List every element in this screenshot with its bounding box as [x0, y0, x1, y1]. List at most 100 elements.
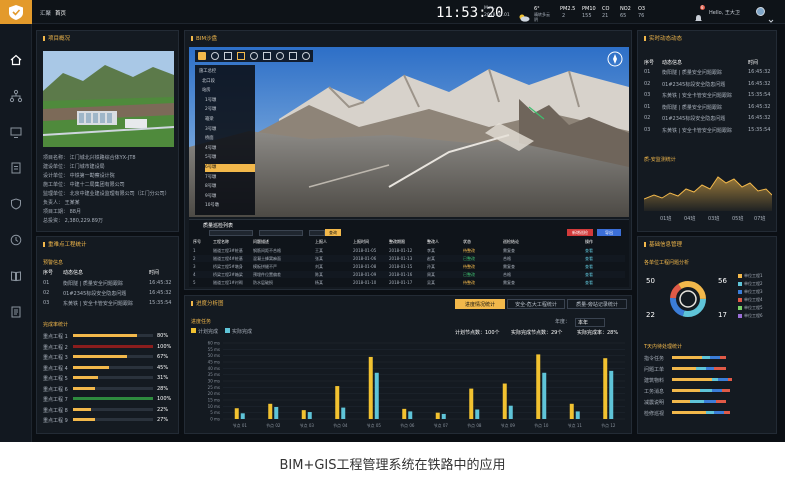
alert-time: 16:45:32 — [149, 290, 172, 296]
list-item[interactable]: 衡阳隧 | 质量安全问题跟踪 — [662, 69, 722, 76]
air-quality: PM2.5 2 PM10 155 CO 21 NO2 65 O3 76 — [560, 6, 660, 20]
panel-title: 进度分析图 — [191, 299, 224, 307]
tree-item[interactable]: 10号墩 — [205, 202, 255, 210]
more-tool-icon[interactable] — [302, 52, 310, 60]
list-item[interactable]: 衡阳隧 | 质量安全问题跟踪 — [662, 104, 722, 111]
alert-text[interactable]: 衡阳隧 | 质量安全问题跟踪 — [63, 280, 123, 287]
year-label: 年度： — [555, 319, 571, 325]
tree-item[interactable]: 7号墩 — [205, 174, 255, 182]
select-tool-icon[interactable] — [237, 52, 245, 60]
user-greeting[interactable]: Hello, 王大卫 — [709, 9, 740, 16]
year-select[interactable]: 本年 — [575, 318, 605, 327]
pending-label: 问题工单 — [644, 367, 665, 373]
legend-swatch — [738, 306, 742, 310]
table-cell: 4 — [193, 272, 196, 277]
nav-document-icon[interactable] — [8, 304, 24, 320]
bar-actual — [542, 372, 547, 419]
nav-network-icon[interactable] — [8, 88, 24, 104]
nav-schedule-icon[interactable] — [8, 232, 24, 248]
dashboard-screen: 汇聚 首页 11:53:20 Mon. 2018.02.01 6° 晴转多云 阴… — [0, 0, 785, 442]
bar-planned — [368, 356, 373, 419]
x-tick-label: 节点 05 — [367, 422, 382, 428]
table-row[interactable]: 3 桥梁工程5#墩身 模板拼缝不严 刘某 2018-01-08 2018-01-15 孙某 待… — [193, 263, 625, 270]
bar-percent: 100% — [157, 396, 172, 402]
bar-planned — [301, 410, 306, 419]
tab-quality[interactable]: 质量-旁站记录统计 — [567, 299, 627, 309]
table-cell: 混凝土蜂窝麻面 — [253, 256, 281, 261]
tree-item[interactable]: 站房 — [202, 87, 252, 95]
tree-item[interactable]: 2号墩 — [205, 106, 255, 114]
bar-percent: 80% — [157, 333, 169, 339]
table-row[interactable]: 4 桥梁工程2#箱梁 预埋件位置偏差 陈某 2018-01-09 2018-01-16 周某… — [193, 271, 625, 278]
list-index: 03 — [644, 126, 651, 133]
tree-item[interactable]: 5号墩 — [205, 154, 255, 162]
table-cell: 桥梁工程5#墩身 — [213, 264, 243, 269]
fullscreen-tool-icon[interactable] — [289, 52, 297, 60]
trend-x-label: 05班 — [732, 216, 744, 222]
search-button[interactable]: 查询 — [325, 229, 341, 236]
add-inspection-button[interactable]: 新增巡检 — [567, 229, 593, 236]
tree-item[interactable]: 8号墩 — [205, 183, 255, 191]
list-time: 16:45:32 — [748, 103, 771, 110]
terrain-3d-view[interactable]: 施工总控北口段 站房 1号墩 2号墩箱梁 3号墩 桥面 4号墩 5号墩 6号墩 7号墩 8号墩 9号墩… — [189, 47, 629, 217]
alert-text[interactable]: 东黄铁 | 安全卡管安全问题跟踪 — [63, 300, 133, 307]
nav-home-icon[interactable] — [8, 52, 24, 68]
bar-label: 重点工程 4 — [43, 365, 68, 372]
tree-item[interactable]: 4号墩 — [205, 145, 255, 153]
view-tool-icon[interactable] — [263, 52, 271, 60]
table-cell: 待整改 — [463, 248, 475, 253]
layer-tool-icon[interactable] — [198, 52, 206, 60]
count-top-right: 56 — [718, 277, 727, 285]
search-input[interactable] — [209, 230, 253, 236]
legend-label: 单位工程6 — [744, 313, 763, 318]
tree-item[interactable]: 3号墩 — [205, 126, 255, 134]
list-item[interactable]: 东黄铁 | 安全卡管安全问题跟踪 — [662, 92, 732, 99]
tree-item[interactable]: 箱梁 — [205, 116, 255, 124]
tree-item[interactable]: 北口段 — [202, 78, 252, 86]
bar-planned — [268, 403, 273, 419]
alert-text[interactable]: 01#2345标段安全隐患问题 — [63, 290, 126, 297]
y-tick-label: 15 ms — [208, 398, 220, 403]
list-item[interactable]: 01#2345标段安全隐患问题 — [662, 115, 725, 122]
table-row[interactable]: 1 隧道工程3#桩基 钢筋间距不合格 王某 2018-01-05 2018-01-12 李某… — [193, 247, 625, 254]
export-button[interactable]: 导出 — [597, 229, 621, 236]
pending-bar-segment — [714, 367, 726, 370]
tab-progress[interactable]: 进度情况统计 — [455, 299, 505, 309]
nav-monitor-icon[interactable] — [8, 124, 24, 140]
table-row[interactable]: 2 隧道工程4#桩基 混凝土蜂窝麻面 张某 2018-01-06 2018-01-13 赵某… — [193, 255, 625, 262]
y-tick-label: 45 ms — [208, 360, 220, 365]
chevron-down-icon[interactable] — [768, 9, 774, 23]
tree-item[interactable]: 9号墩 — [205, 193, 255, 201]
legend-planned: 计划完成 — [198, 329, 219, 335]
app-logo[interactable] — [0, 0, 32, 24]
list-index: 02 — [644, 80, 651, 87]
pending-bar-segment — [672, 400, 690, 403]
list-item[interactable]: 东黄铁 | 安全卡管安全问题跟踪 — [662, 127, 732, 134]
list-item[interactable]: 01#2345标段安全隐患问题 — [662, 81, 725, 88]
nav-report-icon[interactable] — [8, 160, 24, 176]
date-input[interactable] — [309, 230, 325, 236]
section-tool-icon[interactable] — [250, 52, 258, 60]
bar-actual — [307, 412, 312, 419]
bar-planned — [603, 358, 608, 419]
nav-book-icon[interactable] — [8, 268, 24, 284]
top-bar: 汇聚 首页 11:53:20 Mon. 2018.02.01 6° 晴转多云 阴… — [0, 0, 785, 24]
rotate-tool-icon[interactable] — [211, 52, 219, 60]
nav-safety-icon[interactable] — [8, 196, 24, 212]
legend-actual-swatch — [225, 328, 230, 333]
table-header: 巡检结论 — [503, 239, 519, 244]
settings-tool-icon[interactable] — [276, 52, 284, 60]
table-header: 动态信息 — [662, 60, 683, 66]
filter-input[interactable] — [259, 230, 303, 236]
tree-item[interactable]: 施工总控 — [199, 68, 249, 76]
breadcrumb-root[interactable]: 汇聚 — [40, 9, 51, 17]
measure-tool-icon[interactable] — [224, 52, 232, 60]
table-row[interactable]: 5 隧道工程1#衬砌 防水层破损 杨某 2018-01-10 2018-01-17 吴某 待整… — [193, 279, 625, 286]
tab-safety[interactable]: 安全-危大工程统计 — [507, 299, 565, 309]
tree-item[interactable]: 桥面 — [205, 135, 255, 143]
avatar[interactable] — [756, 7, 765, 16]
tree-item[interactable]: 1号墩 — [205, 97, 255, 105]
x-tick-label: 节点 06 — [400, 422, 415, 428]
breadcrumb-current[interactable]: 首页 — [55, 9, 66, 17]
tree-item[interactable]: 6号墩 — [205, 164, 255, 172]
